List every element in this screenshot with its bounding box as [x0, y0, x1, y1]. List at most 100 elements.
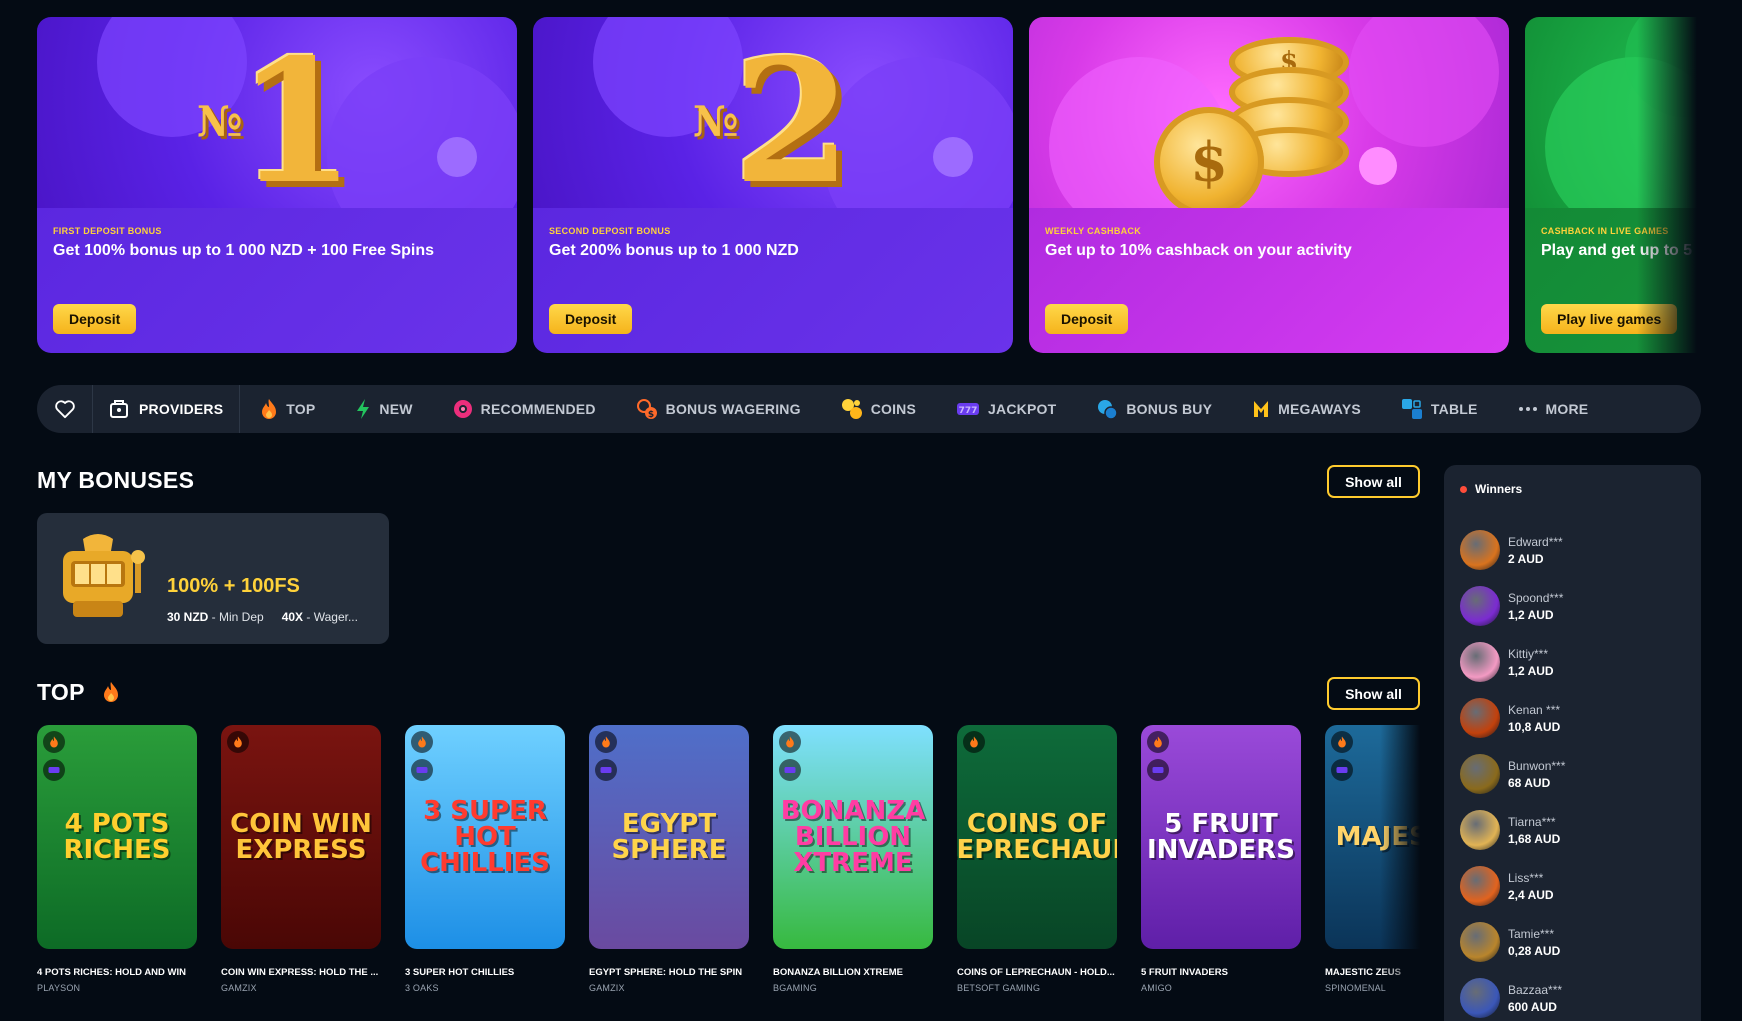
game-thumbnail[interactable]: COINS OF LEPRECHAUN — [957, 725, 1117, 949]
game-card[interactable]: 5 FRUIT INVADERS 5 FRUIT INVADERS AMIGO — [1141, 725, 1301, 1021]
fire-icon — [1147, 731, 1169, 753]
game-card[interactable]: BONANZA BILLION XTREME BONANZA BILLION XT… — [773, 725, 933, 1021]
recommended-icon — [453, 400, 472, 418]
svg-text:777: 777 — [959, 406, 978, 416]
feature-badge-icon — [779, 759, 801, 781]
deposit-button[interactable]: Deposit — [53, 304, 137, 334]
game-thumbnail[interactable]: 5 FRUIT INVADERS — [1141, 725, 1301, 949]
promo-headline: Get up to 10% cashback on your activity — [1045, 242, 1352, 259]
winner-name: Tamie*** — [1508, 926, 1555, 941]
deposit-button[interactable]: Deposit — [1045, 304, 1129, 334]
winner-name: Bunwon*** — [1508, 758, 1566, 773]
deposit-button[interactable]: Deposit — [549, 304, 633, 334]
game-name: BONANZA BILLION XTREME — [773, 967, 904, 978]
game-provider: AMIGO — [1141, 983, 1173, 993]
game-thumbnail[interactable]: EGYPT SPHERE — [589, 725, 749, 949]
more-icon — [1518, 407, 1537, 411]
winner-row[interactable]: Kenan *** 10,8 AUD — [1460, 690, 1565, 746]
avatar — [1460, 642, 1500, 682]
top-show-all-button[interactable]: Show all — [1327, 677, 1420, 710]
avatar — [1460, 698, 1500, 738]
winner-row[interactable]: Tiarna*** 1,68 AUD — [1460, 802, 1565, 858]
game-card[interactable]: COIN WIN EXPRESS COIN WIN EXPRESS: HOLD T… — [221, 725, 381, 1021]
tab-bonus-buy[interactable]: BONUS BUY — [1076, 385, 1232, 433]
winner-name: Kenan *** — [1508, 702, 1561, 717]
tab-coins[interactable]: COINS — [821, 385, 936, 433]
winners-list: Edward*** 2 AUD Spoond*** 1,2 AUD Kittiy*** 1… — [1460, 522, 1565, 1021]
winner-amount: 2,4 AUD — [1508, 887, 1554, 902]
game-thumbnail[interactable]: 4 POTS RICHES — [37, 725, 197, 949]
game-logo: EGYPT SPHERE — [611, 809, 727, 865]
slot-machine-icon — [63, 534, 145, 617]
game-thumbnail[interactable]: 3 SUPER HOT CHILLIES — [405, 725, 565, 949]
play-live-games-button[interactable]: Play live games — [1541, 304, 1678, 334]
game-name: MAJESTIC ZEUS — [1325, 967, 1402, 978]
providers-button[interactable]: PROVIDERS — [93, 385, 241, 433]
game-provider: SPINOMENAL — [1325, 983, 1387, 993]
promo-card-weekly-cashback[interactable]: $ $ WEEKLY CASHBACK Get up to 10% cashba… — [1029, 17, 1509, 353]
avatar — [1460, 810, 1500, 850]
promo-art: № 1 — [37, 17, 517, 208]
avatar — [1460, 754, 1500, 794]
feature-badge-icon — [43, 759, 65, 781]
game-provider: GAMZIX — [221, 983, 257, 993]
tab-megaways[interactable]: MEGAWAYS — [1232, 385, 1381, 433]
tab-more[interactable]: MORE — [1498, 385, 1609, 433]
winner-amount: 1,2 AUD — [1508, 663, 1554, 678]
winners-title: Winners — [1475, 482, 1523, 496]
winner-row[interactable]: Spoond*** 1,2 AUD — [1460, 578, 1565, 634]
game-card[interactable]: 3 SUPER HOT CHILLIES 3 SUPER HOT CHILLIES… — [405, 725, 565, 1021]
game-provider: GAMZIX — [589, 983, 625, 993]
winner-row[interactable]: Bunwon*** 68 AUD — [1460, 746, 1565, 802]
fire-icon — [104, 682, 118, 702]
winner-row[interactable]: Tamie*** 0,28 AUD — [1460, 914, 1565, 970]
fire-icon — [262, 399, 277, 419]
game-card[interactable]: MAJESTIC MAJESTIC ZEUS SPINOMENAL — [1325, 725, 1420, 1021]
avatar — [1460, 978, 1500, 1018]
promo-card-first-deposit[interactable]: № 1 FIRST DEPOSIT BONUS Get 100% bonus u… — [37, 17, 517, 353]
game-thumbnail[interactable]: BONANZA BILLION XTREME — [773, 725, 933, 949]
fire-icon — [43, 731, 65, 753]
svg-text:$: $ — [648, 410, 654, 420]
game-provider: BGAMING — [773, 983, 817, 993]
promo-card-live-cashback[interactable]: CASHBACK IN LIVE GAMES Play and get up t… — [1525, 17, 1697, 353]
game-card[interactable]: COINS OF LEPRECHAUN COINS OF LEPRECHAUN -… — [957, 725, 1117, 1021]
category-bar: PROVIDERS TOP NEW RECOMMENDED $ BONUS WA… — [37, 385, 1701, 433]
game-card[interactable]: 4 POTS RICHES 4 POTS RICHES: HOLD AND WIN… — [37, 725, 197, 1021]
fire-icon — [1331, 731, 1353, 753]
winner-name: Kittiy*** — [1508, 646, 1549, 661]
bonus-title: 100% + 100FS — [167, 575, 300, 597]
live-dot-icon — [1460, 485, 1467, 493]
tab-top[interactable]: TOP — [240, 385, 335, 433]
game-logo: 3 SUPER HOT CHILLIES — [420, 796, 550, 878]
game-name: 4 POTS RICHES: HOLD AND WIN — [37, 967, 187, 978]
avatar — [1460, 866, 1500, 906]
bonus-meta: 30 NZD - Min Dep 40X - Wager... — [167, 610, 358, 624]
bonus-card[interactable]: 100% + 100FS 30 NZD - Min Dep 40X - Wage… — [37, 513, 389, 644]
avatar — [1460, 530, 1500, 570]
my-bonuses-show-all-button[interactable]: Show all — [1327, 465, 1420, 498]
winner-amount: 600 AUD — [1508, 999, 1557, 1014]
tab-bonus-wagering[interactable]: $ BONUS WAGERING — [616, 385, 821, 433]
game-thumbnail[interactable]: COIN WIN EXPRESS — [221, 725, 381, 949]
winner-amount: 2 AUD — [1508, 551, 1544, 566]
tab-jackpot[interactable]: 777 JACKPOT — [936, 385, 1076, 433]
avatar — [1460, 586, 1500, 626]
game-thumbnail[interactable]: MAJESTIC — [1325, 725, 1420, 949]
feature-badge-icon — [1331, 759, 1353, 781]
winner-row[interactable]: Bazzaa*** 600 AUD — [1460, 970, 1565, 1021]
winner-row[interactable]: Kittiy*** 1,2 AUD — [1460, 634, 1565, 690]
tab-new[interactable]: NEW — [335, 385, 432, 433]
game-card[interactable]: EGYPT SPHERE EGYPT SPHERE: HOLD THE SPIN G… — [589, 725, 749, 1021]
fire-icon — [595, 731, 617, 753]
jackpot-icon: 777 — [957, 403, 980, 416]
promo-card-second-deposit[interactable]: № 2 SECOND DEPOSIT BONUS Get 200% bonus … — [533, 17, 1013, 353]
winner-row[interactable]: Liss*** 2,4 AUD — [1460, 858, 1565, 914]
fire-icon — [411, 731, 433, 753]
feature-badge-icon — [411, 759, 433, 781]
tab-recommended[interactable]: RECOMMENDED — [433, 385, 616, 433]
promo-kicker: CASHBACK IN LIVE GAMES — [1541, 226, 1669, 236]
winner-row[interactable]: Edward*** 2 AUD — [1460, 522, 1565, 578]
favorites-button[interactable] — [37, 385, 93, 433]
tab-table[interactable]: TABLE — [1381, 385, 1498, 433]
